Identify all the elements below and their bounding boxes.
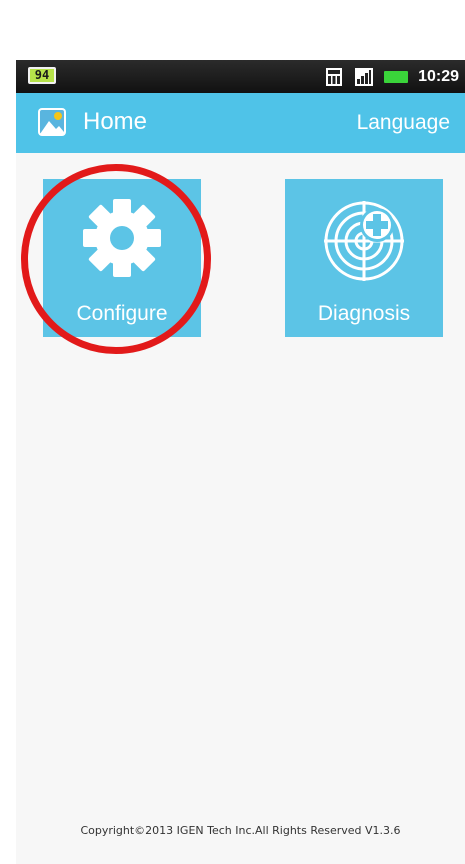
- battery-level-badge: 94: [28, 67, 56, 84]
- battery-icon: [384, 70, 409, 83]
- sim-icon: [326, 67, 343, 86]
- gear-icon: [83, 199, 161, 277]
- language-button[interactable]: Language: [357, 111, 450, 135]
- radar-cross-icon: [324, 201, 404, 281]
- copyright-footer: Copyright©2013 IGEN Tech Inc.All Rights …: [80, 824, 401, 837]
- diagnosis-label: Diagnosis: [317, 302, 411, 325]
- status-bar: 94 10:29: [16, 60, 465, 93]
- image-icon: [38, 108, 66, 136]
- clock: 10:29: [418, 67, 459, 85]
- phone-screen: 94 10:29 Home Language Configure Diagnos…: [16, 60, 465, 864]
- status-icons: 10:29: [324, 60, 459, 93]
- diagnosis-tile[interactable]: Diagnosis: [285, 179, 443, 337]
- configure-tile[interactable]: Configure: [43, 179, 201, 337]
- signal-icon: [355, 67, 374, 86]
- configure-label: Configure: [76, 302, 168, 325]
- app-bar: Home Language: [16, 93, 465, 153]
- page-title: Home: [83, 108, 148, 135]
